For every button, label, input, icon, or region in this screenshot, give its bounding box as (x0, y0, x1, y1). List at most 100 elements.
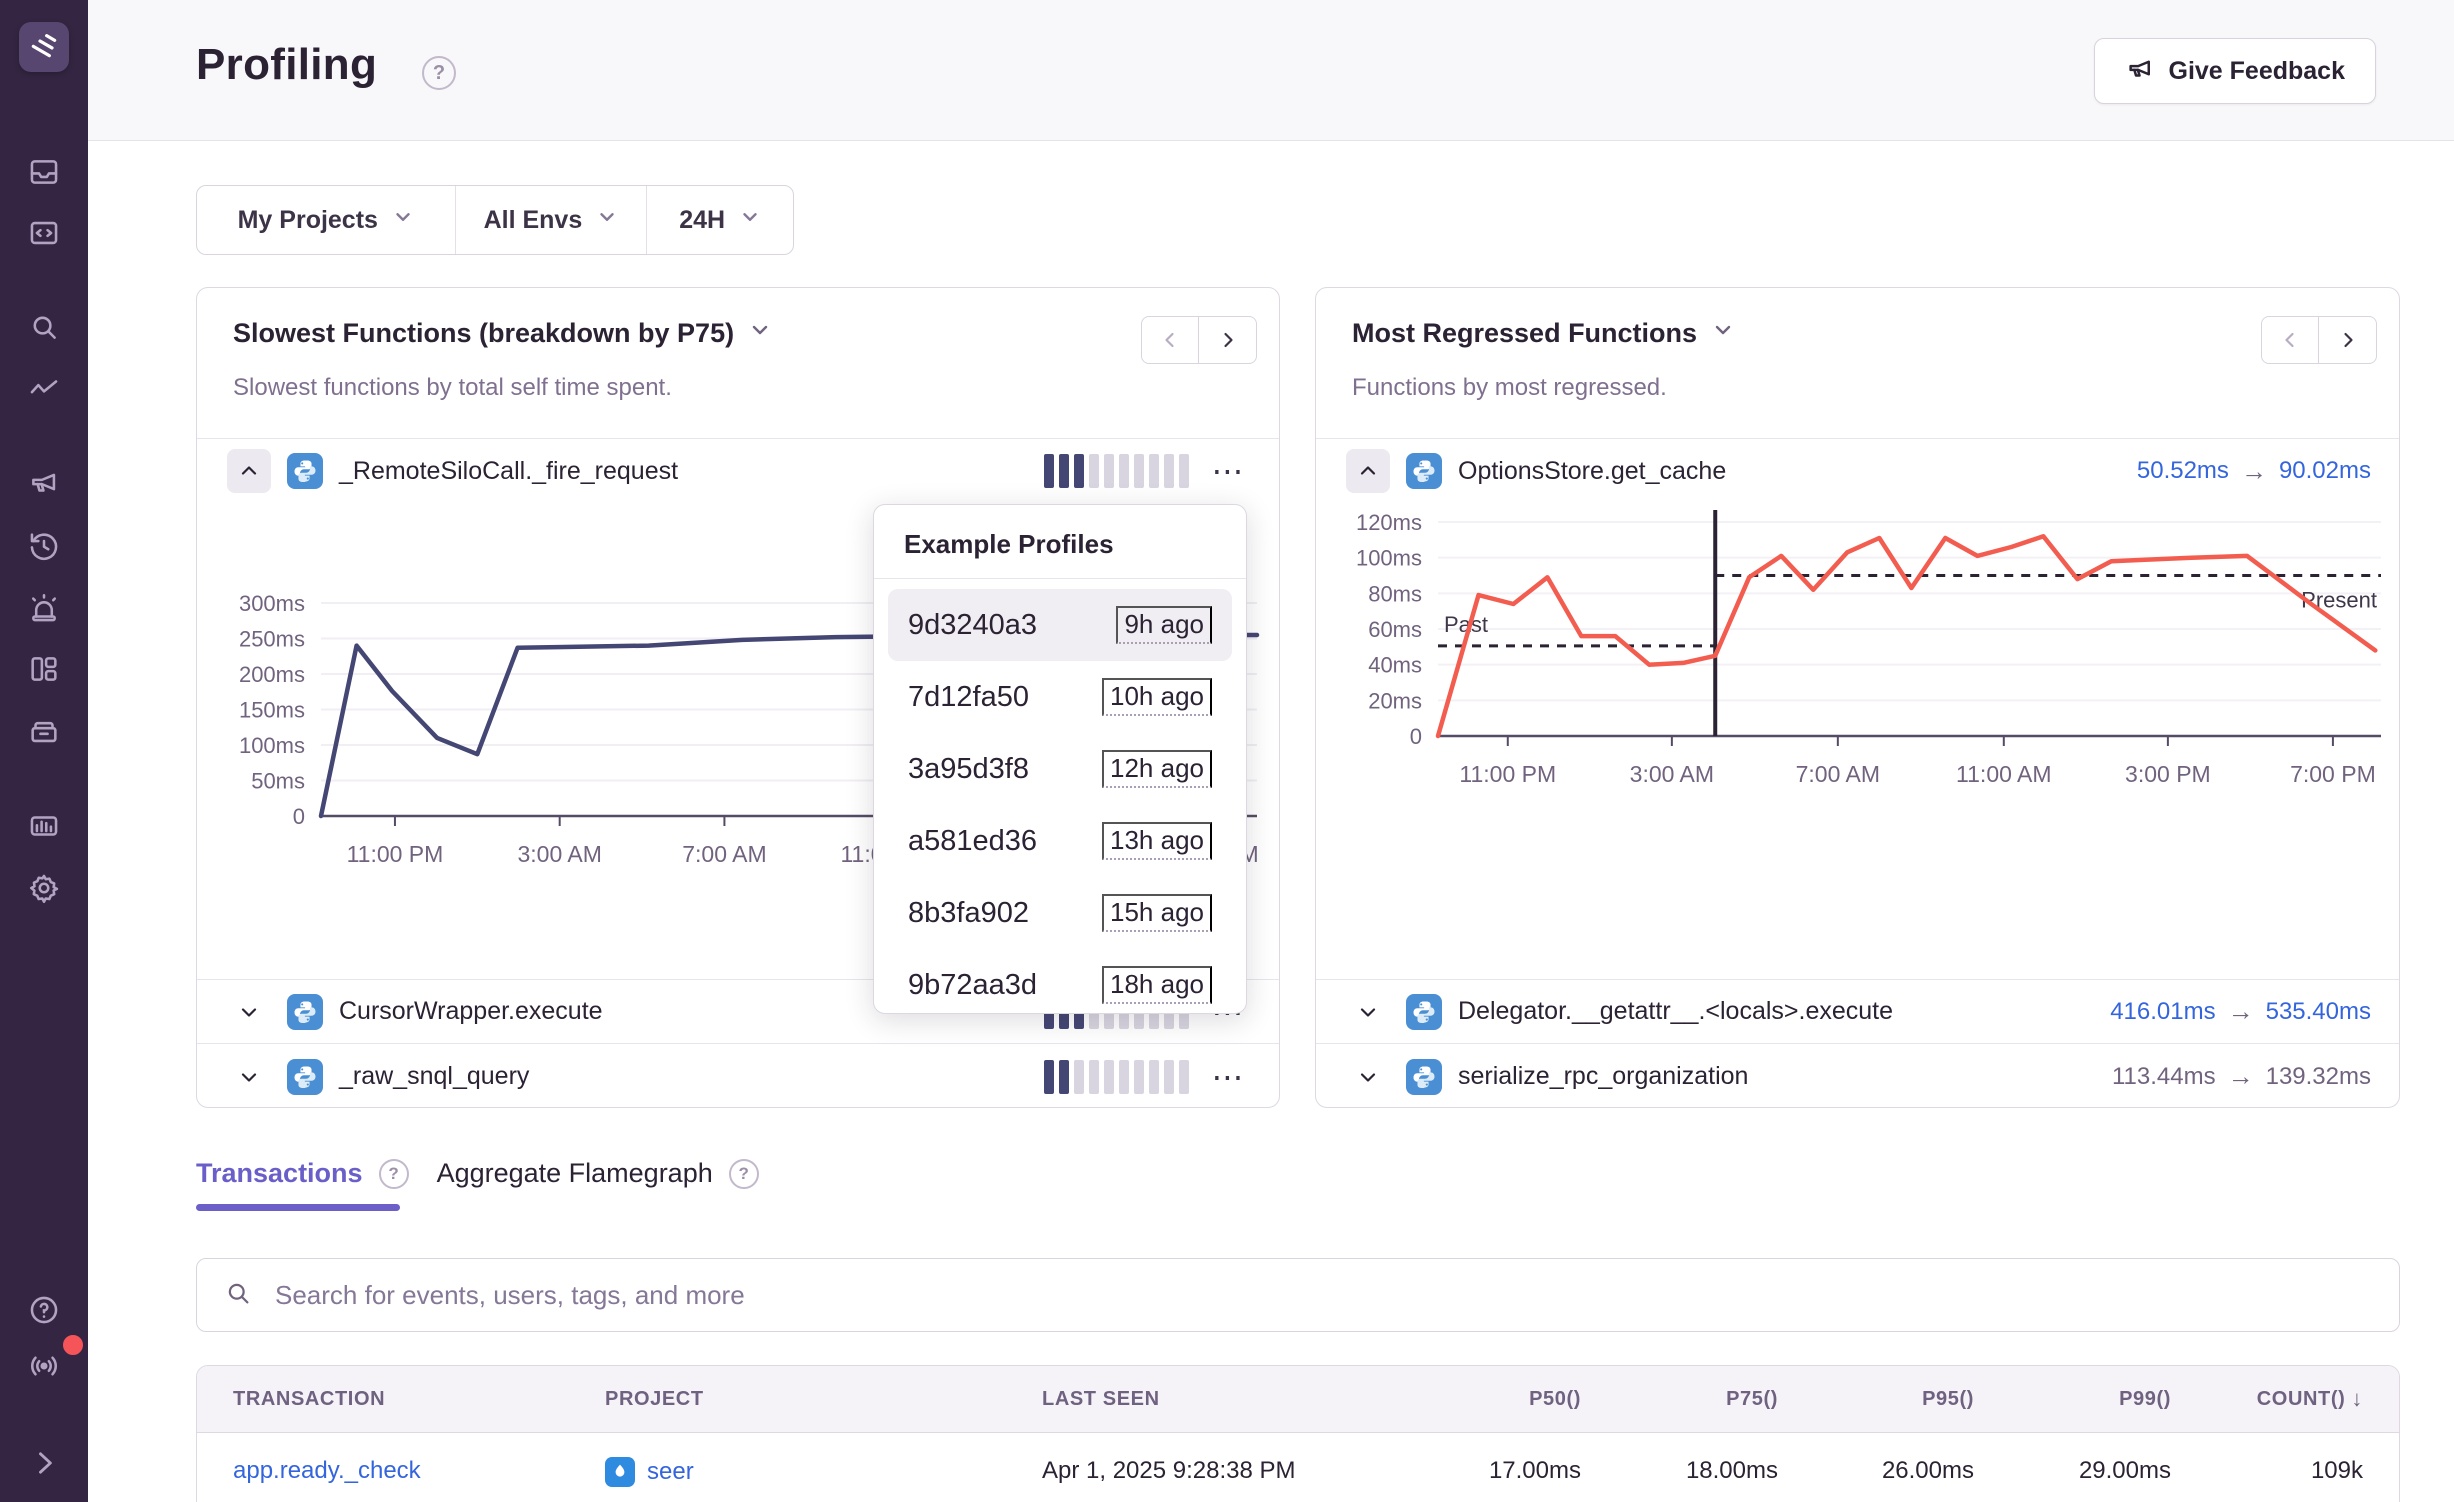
sidebar-item-alerts[interactable] (25, 590, 63, 628)
sidebar (0, 0, 88, 1502)
bar-chart-icon (27, 809, 61, 846)
sidebar-item-explore[interactable] (25, 215, 63, 253)
column-header-p99[interactable]: P99() (1974, 1388, 2171, 1411)
slowest-functions-subtitle: Slowest functions by total self time spe… (233, 374, 672, 402)
function-name-link[interactable]: OptionsStore.get_cache (1458, 457, 1726, 486)
profiling-help-icon[interactable]: ? (422, 56, 456, 90)
previous-page-button[interactable] (2261, 316, 2319, 364)
profile-age-link[interactable]: 18h ago (1102, 966, 1212, 1004)
most-regressed-panel: Most Regressed Functions Functions by mo… (1315, 287, 2400, 1108)
project-filter-label: My Projects (238, 206, 378, 235)
regressed-function-chart[interactable]: 120ms100ms80ms60ms40ms20ms011:00 PM3:00 … (1316, 483, 2401, 813)
expand-row-button[interactable] (1346, 1055, 1390, 1099)
profile-list-item[interactable]: 3a95d3f8 12h ago (888, 733, 1232, 805)
profile-id-link[interactable]: a581ed36 (908, 825, 1037, 858)
p99-cell: 29.00ms (1974, 1457, 2171, 1485)
project-filter-dropdown[interactable]: My Projects (197, 186, 455, 254)
sidebar-item-releases[interactable] (25, 713, 63, 751)
sidebar-item-settings[interactable] (25, 870, 63, 908)
row-options-button[interactable]: ⋯ (1205, 1067, 1251, 1087)
python-platform-icon (287, 994, 323, 1030)
before-value-link[interactable]: 416.01ms (2110, 998, 2215, 1026)
profile-list-item[interactable]: 7d12fa50 10h ago (888, 661, 1232, 733)
sidebar-item-search[interactable] (25, 309, 63, 347)
previous-page-button[interactable] (1141, 316, 1199, 364)
function-row: _raw_snql_query ⋯ (197, 1043, 1279, 1109)
table-header-row: TRANSACTION PROJECT LAST SEEN P50() P75(… (197, 1366, 2399, 1433)
after-value-link[interactable]: 535.40ms (2266, 998, 2371, 1026)
column-header-p50[interactable]: P50() (1387, 1388, 1581, 1411)
tab-transactions[interactable]: Transactions ? (196, 1158, 409, 1189)
sidebar-item-performance[interactable] (25, 372, 63, 410)
profile-age-link[interactable]: 13h ago (1102, 822, 1212, 860)
profile-age-link[interactable]: 12h ago (1102, 750, 1212, 788)
function-name-link[interactable]: _RemoteSiloCall._fire_request (339, 457, 678, 486)
tab-aggregate-flamegraph[interactable]: Aggregate Flamegraph ? (437, 1158, 759, 1189)
search-icon (27, 310, 61, 347)
sidebar-item-sentry-logo[interactable] (19, 22, 69, 72)
sidebar-item-issues[interactable] (25, 154, 63, 192)
expand-row-button[interactable] (227, 1055, 271, 1099)
column-header-p95[interactable]: P95() (1778, 1388, 1974, 1411)
most-regressed-title-dropdown[interactable]: Most Regressed Functions (1352, 318, 1735, 349)
score-bar (1179, 454, 1189, 488)
function-name-link[interactable]: serialize_rpc_organization (1458, 1062, 1748, 1091)
function-name-link[interactable]: Delegator.__getattr__.<locals>.execute (1458, 997, 1893, 1026)
sidebar-item-help[interactable] (25, 1292, 63, 1330)
date-range-dropdown[interactable]: 24H (646, 186, 793, 254)
sidebar-item-dashboards[interactable] (25, 651, 63, 689)
sidebar-item-stats[interactable] (25, 808, 63, 846)
profile-id-link[interactable]: 7d12fa50 (908, 681, 1029, 714)
profile-list-item[interactable]: 8b3fa902 15h ago (888, 877, 1232, 949)
chevron-right-icon (27, 1446, 61, 1483)
function-name-link[interactable]: _raw_snql_query (339, 1062, 529, 1091)
profile-list-item[interactable]: 9b72aa3d 18h ago (888, 949, 1232, 1021)
sidebar-item-feedback[interactable] (25, 464, 63, 502)
svg-text:150ms: 150ms (239, 698, 305, 723)
sidebar-item-replays[interactable] (25, 528, 63, 566)
function-score-bars (1044, 454, 1189, 488)
svg-text:20ms: 20ms (1368, 688, 1422, 713)
row-options-button[interactable]: ⋯ (1205, 461, 1251, 481)
dashboard-grid-icon (27, 652, 61, 689)
sidebar-expand-button[interactable] (25, 1445, 63, 1483)
transaction-link[interactable]: app.ready._check (197, 1457, 605, 1485)
profile-age-link[interactable]: 15h ago (1102, 894, 1212, 932)
flamegraph-help-icon[interactable]: ? (729, 1159, 759, 1189)
column-header-last-seen[interactable]: LAST SEEN (1042, 1388, 1387, 1411)
profile-id-link[interactable]: 3a95d3f8 (908, 753, 1029, 786)
expand-row-button[interactable] (1346, 990, 1390, 1034)
before-value-link[interactable]: 50.52ms (2137, 457, 2229, 485)
chevron-down-icon (392, 206, 414, 235)
column-header-project[interactable]: PROJECT (605, 1388, 1042, 1411)
next-page-button[interactable] (1199, 316, 1257, 364)
next-page-button[interactable] (2319, 316, 2377, 364)
profiling-page: Profiling ? Give Feedback My Projects Al… (0, 0, 2454, 1502)
after-value-link[interactable]: 90.02ms (2279, 457, 2371, 485)
expand-row-button[interactable] (227, 990, 271, 1034)
tab-transactions-label: Transactions (196, 1158, 363, 1189)
column-header-p75[interactable]: P75() (1581, 1388, 1778, 1411)
project-link[interactable]: seer (605, 1457, 1042, 1487)
svg-text:120ms: 120ms (1356, 510, 1422, 535)
column-header-count[interactable]: COUNT() ↓ (2171, 1386, 2399, 1412)
sidebar-item-whats-new[interactable] (25, 1348, 63, 1386)
environment-filter-dropdown[interactable]: All Envs (455, 186, 647, 254)
search-input[interactable] (273, 1279, 2399, 1312)
column-header-transaction[interactable]: TRANSACTION (197, 1388, 605, 1411)
chevron-down-icon (748, 318, 772, 349)
collapse-row-button[interactable] (227, 449, 271, 493)
transactions-help-icon[interactable]: ? (379, 1159, 409, 1189)
profile-list-item[interactable]: 9d3240a3 9h ago (888, 589, 1232, 661)
slowest-functions-title-dropdown[interactable]: Slowest Functions (breakdown by P75) (233, 318, 772, 349)
profile-id-link[interactable]: 9d3240a3 (908, 609, 1037, 642)
profile-age-link[interactable]: 9h ago (1116, 606, 1212, 644)
score-bar (1059, 1060, 1069, 1094)
profile-list-item[interactable]: a581ed36 13h ago (888, 805, 1232, 877)
give-feedback-button[interactable]: Give Feedback (2094, 38, 2376, 104)
profile-id-link[interactable]: 8b3fa902 (908, 897, 1029, 930)
function-name-link[interactable]: CursorWrapper.execute (339, 997, 603, 1026)
score-bar (1134, 454, 1144, 488)
profile-id-link[interactable]: 9b72aa3d (908, 969, 1037, 1002)
profile-age-link[interactable]: 10h ago (1102, 678, 1212, 716)
